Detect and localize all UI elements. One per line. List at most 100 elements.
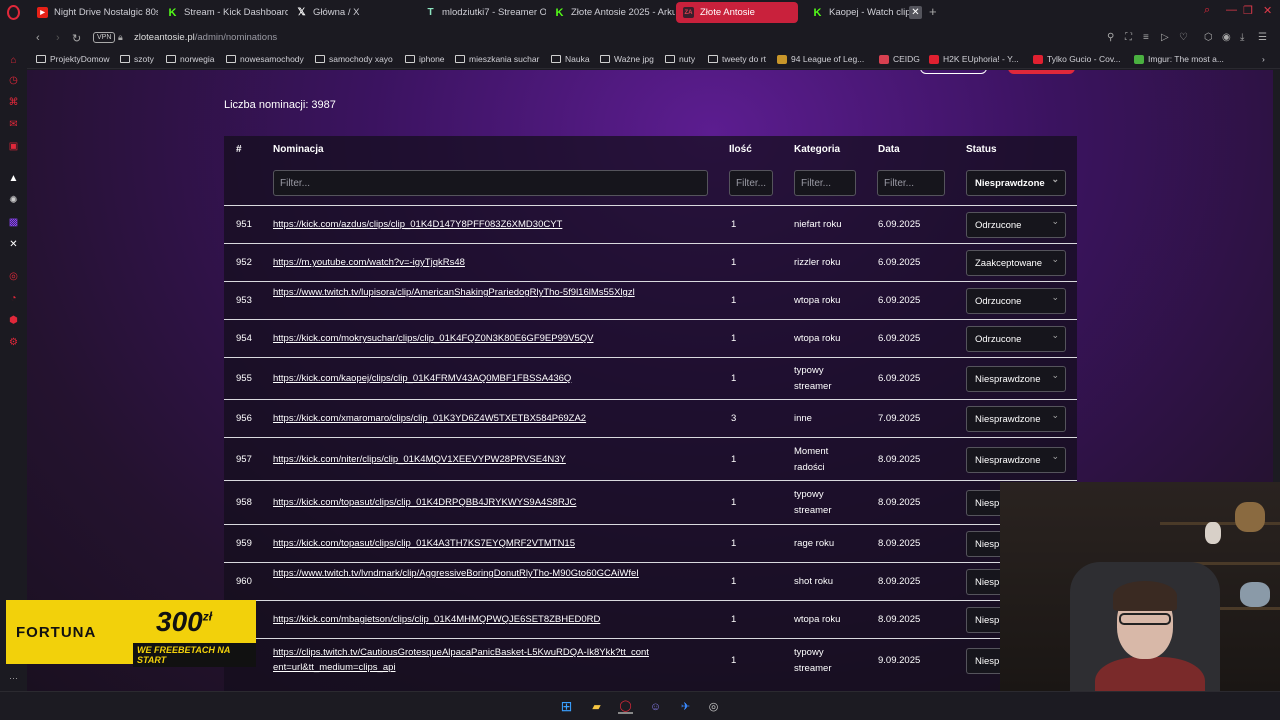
sidebar-twitch-icon[interactable]: ▩ [8, 217, 19, 228]
sidebar-settings-icon[interactable]: ⚙ [8, 337, 19, 348]
youtube-icon: ▶ [37, 7, 48, 18]
filter-status-select[interactable]: Niesprawdzone [966, 170, 1066, 196]
nomination-link[interactable]: https://kick.com/xmaromaro/clips/clip_01… [273, 411, 586, 426]
bookmark-item[interactable]: norwegia [166, 54, 215, 64]
sidebar-history-icon[interactable]: ◷ [8, 75, 19, 86]
nomination-link[interactable]: https://kick.com/niter/clips/clip_01K4MQ… [273, 452, 566, 467]
sidebar-aria-icon[interactable]: ▲ [8, 173, 19, 184]
lock-icon[interactable]: 🔒︎ [118, 32, 123, 43]
heart-icon[interactable]: ♡ [1179, 32, 1188, 43]
reload-icon[interactable]: ↻ [72, 32, 81, 45]
header-button-outline[interactable] [920, 70, 987, 74]
browser-tab[interactable]: ▶ Night Drive Nostalgic 80s [30, 2, 158, 23]
status-select[interactable]: Niesprawdzone [966, 366, 1066, 392]
browser-tab[interactable]: ZA Złote Antosie [676, 2, 798, 23]
sidebar-clock-icon[interactable]: ◔ [8, 293, 19, 304]
search-tabs-icon[interactable]: ⌕ [1204, 4, 1210, 17]
file-explorer-icon[interactable]: ▰ [589, 699, 604, 714]
sidebar-home-icon[interactable]: ⌂ [8, 55, 19, 66]
back-icon[interactable]: ‹ [36, 32, 40, 44]
status-select[interactable]: Niesprawdzone [966, 406, 1066, 432]
status-select[interactable]: Niesprawdzone [966, 446, 1066, 473]
sidebar-x-icon[interactable]: ✕ [8, 239, 19, 250]
bookmark-item[interactable]: iphone [405, 54, 445, 64]
new-tab-icon[interactable]: + [929, 4, 937, 19]
nomination-link[interactable]: https://m.youtube.com/watch?v=-igyTjqkRs… [273, 255, 465, 270]
nomination-link[interactable]: https://kick.com/mokrysuchar/clips/clip_… [273, 331, 594, 346]
nomination-link[interactable]: https://www.twitch.tv/lvndmark/clip/Aggr… [273, 566, 653, 581]
status-select[interactable]: Zaakceptowane [966, 250, 1066, 276]
browser-tab[interactable]: 𝕏 Główna / X [289, 2, 417, 23]
row-qty: 1 [731, 257, 737, 268]
bookmark-item[interactable]: CEIDG [879, 54, 920, 64]
account-icon[interactable]: ◉ [1222, 32, 1231, 43]
bookmark-item[interactable]: samochody xayo [315, 54, 393, 64]
sidebar-cube-icon[interactable]: ⬢ [8, 315, 19, 326]
bookmark-item[interactable]: Ważne jpg [600, 54, 654, 64]
nomination-link[interactable]: https://kick.com/kaopej/clips/clip_01K4F… [273, 371, 571, 386]
bookmark-item[interactable]: Nauka [551, 54, 590, 64]
row-category: wtopa roku [794, 614, 841, 625]
messenger-taskbar-icon[interactable]: ✈ [678, 699, 693, 714]
row-date: 6.09.2025 [878, 373, 921, 384]
pin-icon[interactable]: ⚲ [1107, 32, 1114, 43]
forward-icon[interactable]: › [56, 32, 60, 44]
bookmark-item[interactable]: szoty [120, 54, 154, 64]
sidebar-more-icon[interactable]: ··· [9, 673, 18, 683]
bookmark-item[interactable]: nowesamochody [226, 54, 304, 64]
minimize-icon[interactable]: — [1226, 4, 1237, 16]
download-icon[interactable]: ⤓ [1240, 32, 1244, 43]
windows-start-icon[interactable]: ⊞ [559, 698, 574, 714]
nomination-link[interactable]: https://clips.twitch.tv/CautiousGrotesqu… [273, 645, 653, 675]
fortuna-ad-banner[interactable]: FORTUNA 300zł WE FREEBETACH NA START [6, 600, 256, 667]
row-number: 952 [236, 257, 252, 268]
close-tab-icon[interactable]: ✕ [909, 6, 922, 19]
browser-tab[interactable]: K Złote Antosie 2025 - Arku [547, 2, 675, 23]
bookmark-item[interactable]: nuty [665, 54, 695, 64]
sidebar-chatgpt-icon[interactable]: ✺ [8, 195, 19, 206]
browser-tab[interactable]: K Kaopej - Watch clips [805, 2, 911, 23]
menu-icon[interactable]: ☰ [1258, 32, 1267, 43]
bookmarks-more-icon[interactable]: › [1262, 54, 1265, 64]
filter-date-input[interactable]: Filter... [877, 170, 945, 196]
browser-tab[interactable]: K Stream - Kick Dashboard [160, 2, 288, 23]
bookmark-item[interactable]: Imgur: The most a... [1134, 54, 1224, 64]
extensions-icon[interactable]: ⬡ [1204, 32, 1213, 43]
sidebar-bookmarks-icon[interactable]: ⌘ [8, 97, 19, 108]
streamer [1095, 577, 1205, 692]
bookmark-item[interactable]: H2K EUphoria! - Y... [929, 54, 1019, 64]
opera-taskbar-icon[interactable]: ◯ [618, 699, 633, 714]
vpn-badge[interactable]: VPN [93, 32, 116, 43]
filter-nomination-input[interactable]: Filter... [273, 170, 708, 196]
filter-category-input[interactable]: Filter... [794, 170, 856, 196]
table-row: 960 https://www.twitch.tv/lvndmark/clip/A… [224, 562, 1077, 600]
snapshot-icon[interactable]: ⛶ [1125, 32, 1132, 43]
sidebar-mail-icon[interactable]: ▣ [8, 141, 19, 152]
status-select[interactable]: Odrzucone [966, 326, 1066, 352]
bookmark-item[interactable]: mieszkania suchar [455, 54, 539, 64]
bookmark-item[interactable]: 94 League of Leg... [777, 54, 864, 64]
nomination-link[interactable]: https://kick.com/topasut/clips/clip_01K4… [273, 495, 576, 510]
nomination-link[interactable]: https://kick.com/topasut/clips/clip_01K4… [273, 536, 575, 551]
sidebar-player-icon[interactable]: ◎ [8, 271, 19, 282]
status-select[interactable]: Odrzucone [966, 212, 1066, 238]
filter-qty-input[interactable]: Filter... [729, 170, 773, 196]
obs-taskbar-icon[interactable]: ◎ [706, 699, 721, 714]
status-select[interactable]: Odrzucone [966, 288, 1066, 314]
browser-tab[interactable]: Tmlodziutki7 - Streamer O [418, 2, 546, 23]
url-field[interactable]: zloteantosie.pl/admin/nominations [134, 32, 277, 43]
maximize-icon[interactable]: ❐ [1243, 4, 1253, 17]
bookmark-item[interactable]: Tylko Gucio - Cov... [1033, 54, 1121, 64]
bookmark-item[interactable]: tweety do rt [708, 54, 766, 64]
sidebar-messenger-icon[interactable]: ✉ [8, 119, 19, 130]
player-icon[interactable]: ≡ [1143, 32, 1149, 43]
discord-taskbar-icon[interactable]: ☺ [648, 699, 663, 714]
header-button-red[interactable] [1008, 70, 1075, 74]
nomination-link[interactable]: https://www.twitch.tv/lupisora/clip/Amer… [273, 285, 653, 300]
play-icon[interactable]: ▷ [1161, 32, 1169, 43]
nomination-link[interactable]: https://kick.com/azdus/clips/clip_01K4D1… [273, 217, 562, 232]
window-close-icon[interactable]: ✕ [1263, 4, 1272, 17]
bookmark-item[interactable]: ProjektyDomow [36, 54, 110, 64]
opera-logo-icon[interactable] [7, 5, 20, 20]
nomination-link[interactable]: https://kick.com/mbagietson/clips/clip_0… [273, 612, 600, 627]
